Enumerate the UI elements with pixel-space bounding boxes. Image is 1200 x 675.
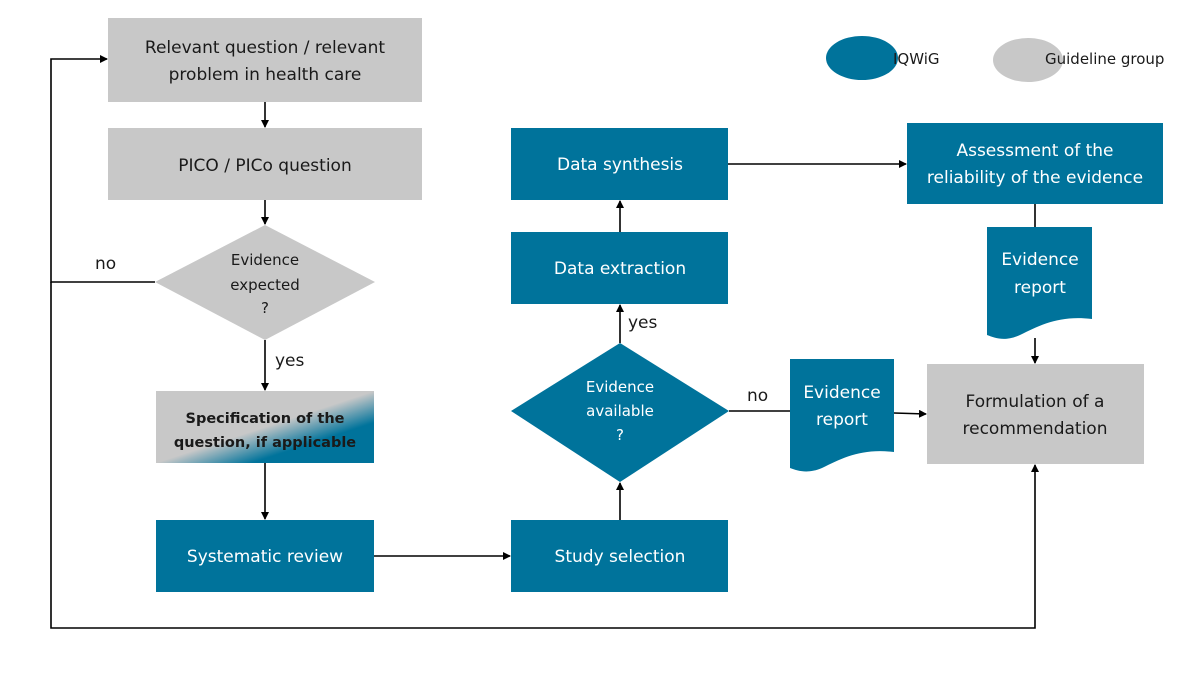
node-text: question, if applicable: [174, 435, 356, 451]
edge-label-yes: yes: [275, 351, 305, 371]
document-evidence-report-left: Evidence report: [790, 359, 894, 472]
node-text: Evidence: [803, 383, 880, 403]
document-evidence-report-top: Evidence report: [987, 227, 1092, 339]
node-text: expected: [230, 276, 299, 294]
node-data-synthesis: Data synthesis: [511, 128, 728, 200]
node-assessment-reliability: Assessment of the reliability of the evi…: [907, 123, 1163, 204]
node-systematic-review: Systematic review: [156, 520, 374, 592]
node-text: problem in health care: [169, 65, 362, 85]
node-text: recommendation: [963, 419, 1108, 439]
node-formulation-recommendation: Formulation of a recommendation: [927, 364, 1144, 464]
node-relevant-question: Relevant question / relevant problem in …: [108, 18, 422, 102]
node-specification: Specification of the question, if applic…: [156, 391, 374, 463]
node-text: Evidence: [1001, 250, 1078, 270]
node-text: Relevant question / relevant: [145, 38, 386, 58]
node-study-selection: Study selection: [511, 520, 728, 592]
node-text: Formulation of a: [966, 392, 1105, 412]
edge-label-no: no: [747, 386, 768, 406]
edge-label-yes: yes: [628, 313, 658, 333]
node-text: available: [586, 402, 654, 420]
node-text: Evidence: [586, 378, 654, 396]
node-text: report: [816, 410, 868, 430]
node-data-extraction: Data extraction: [511, 232, 728, 304]
legend-label-guideline-group: Guideline group: [1045, 50, 1164, 68]
decision-evidence-available: Evidence available ?: [511, 343, 729, 482]
node-text: Data synthesis: [557, 155, 683, 175]
node-text: Evidence: [231, 251, 299, 269]
node-text: reliability of the evidence: [927, 168, 1143, 188]
node-text: PICO / PICo question: [178, 156, 351, 176]
node-text: ?: [616, 426, 624, 444]
node-text: Assessment of the: [956, 141, 1113, 161]
flowchart: no yes yes no IQWiG Guideline group Rele…: [50, 18, 1164, 629]
node-text: Study selection: [555, 547, 686, 567]
node-text: report: [1014, 278, 1066, 298]
legend: IQWiG Guideline group: [826, 36, 1164, 82]
arrow-report-to-formulation-left: [893, 409, 927, 418]
node-pico-question: PICO / PICo question: [108, 128, 422, 200]
node-text: ?: [261, 299, 269, 317]
edge-label-no: no: [95, 254, 116, 274]
node-text: Specification of the: [186, 411, 345, 427]
node-text: Data extraction: [554, 259, 686, 279]
legend-label-iqwig: IQWiG: [893, 50, 940, 68]
legend-swatch-iqwig: [826, 36, 898, 80]
node-text: Systematic review: [187, 547, 343, 567]
decision-evidence-expected: Evidence expected ?: [155, 225, 375, 340]
